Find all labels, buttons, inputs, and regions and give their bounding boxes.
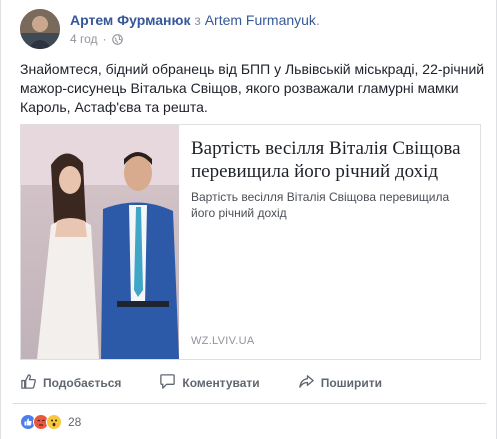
reactions-summary[interactable]: 28 xyxy=(20,414,81,430)
post-actions: Подобається Коментувати Поширити xyxy=(20,370,481,396)
like-button[interactable]: Подобається xyxy=(20,373,121,393)
like-label: Подобається xyxy=(43,376,122,390)
link-title[interactable]: Вартість весілля Віталія Свіщова перевищ… xyxy=(191,137,470,183)
post-meta: Артем Фурманюк з Artem Furmanyuk. 4 год … xyxy=(70,11,490,46)
dot-separator: · xyxy=(102,32,107,46)
wow-icon xyxy=(46,414,62,430)
tagged-user[interactable]: Artem Furmanyuk xyxy=(205,12,316,28)
globe-icon[interactable] xyxy=(111,33,123,45)
with-word: з xyxy=(194,12,201,28)
coauthor-suffix: . xyxy=(315,12,320,28)
link-domain: WZ.LVIV.UA xyxy=(191,335,255,347)
post-timestamp[interactable]: 4 год xyxy=(70,32,98,46)
link-description: Вартість весілля Віталія Свіщова перевищ… xyxy=(191,190,450,220)
share-icon xyxy=(298,373,315,393)
share-button[interactable]: Поширити xyxy=(298,373,382,393)
link-body: Вартість весілля Віталія Свіщова перевищ… xyxy=(179,125,480,359)
comment-button[interactable]: Коментувати xyxy=(159,373,260,393)
comment-icon xyxy=(159,373,176,393)
thumbs-up-icon xyxy=(20,373,37,393)
post-text: Знайомтеся, бідний обранець від БПП у Ль… xyxy=(20,61,485,115)
time-line: 4 год · xyxy=(70,32,490,46)
link-thumbnail[interactable] xyxy=(21,125,179,359)
link-preview[interactable]: Вартість весілля Віталія Свіщова перевищ… xyxy=(20,124,481,360)
author-line: Артем Фурманюк з Artem Furmanyuk. xyxy=(70,11,490,29)
author-avatar[interactable] xyxy=(20,9,60,49)
divider xyxy=(13,403,486,404)
post-card: Артем Фурманюк з Artem Furmanyuk. 4 год … xyxy=(0,0,497,439)
author-name[interactable]: Артем Фурманюк xyxy=(70,12,190,28)
comment-label: Коментувати xyxy=(182,376,260,390)
reaction-count[interactable]: 28 xyxy=(68,415,81,429)
share-label: Поширити xyxy=(320,376,382,390)
